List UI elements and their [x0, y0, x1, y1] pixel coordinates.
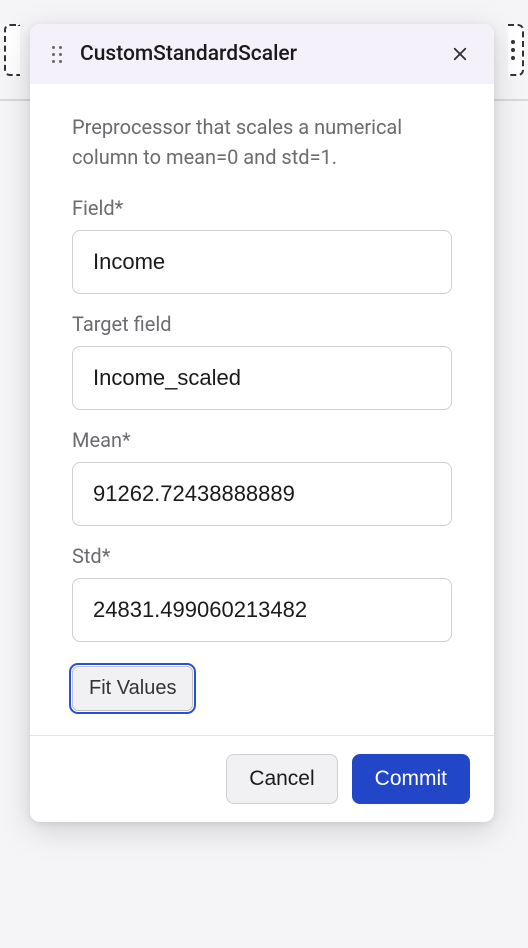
panel-header: CustomStandardScaler — [30, 24, 494, 84]
panel-body: Preprocessor that scales a numerical col… — [30, 84, 494, 735]
close-icon — [451, 45, 469, 63]
mean-input[interactable] — [72, 462, 452, 526]
fit-values-button[interactable]: Fit Values — [72, 666, 193, 711]
field-label: Field* — [72, 196, 452, 220]
close-button[interactable] — [448, 42, 472, 66]
std-input[interactable] — [72, 578, 452, 642]
panel-title: CustomStandardScaler — [80, 42, 430, 66]
kebab-icon[interactable] — [511, 26, 519, 74]
target-field-input[interactable] — [72, 346, 452, 410]
target-field-label: Target field — [72, 312, 452, 336]
commit-button[interactable]: Commit — [352, 754, 470, 804]
config-panel: CustomStandardScaler Preprocessor that s… — [30, 24, 494, 822]
cancel-button[interactable]: Cancel — [226, 754, 337, 804]
std-label: Std* — [72, 544, 452, 568]
pipeline-node-right[interactable] — [508, 24, 524, 76]
std-group: Std* — [72, 544, 452, 642]
field-input[interactable] — [72, 230, 452, 294]
target-field-group: Target field — [72, 312, 452, 410]
panel-footer: Cancel Commit — [30, 735, 494, 822]
mean-group: Mean* — [72, 428, 452, 526]
drag-handle-icon[interactable] — [52, 46, 62, 63]
pipeline-node-left — [4, 24, 20, 76]
description-text: Preprocessor that scales a numerical col… — [72, 112, 452, 172]
field-group: Field* — [72, 196, 452, 294]
mean-label: Mean* — [72, 428, 452, 452]
